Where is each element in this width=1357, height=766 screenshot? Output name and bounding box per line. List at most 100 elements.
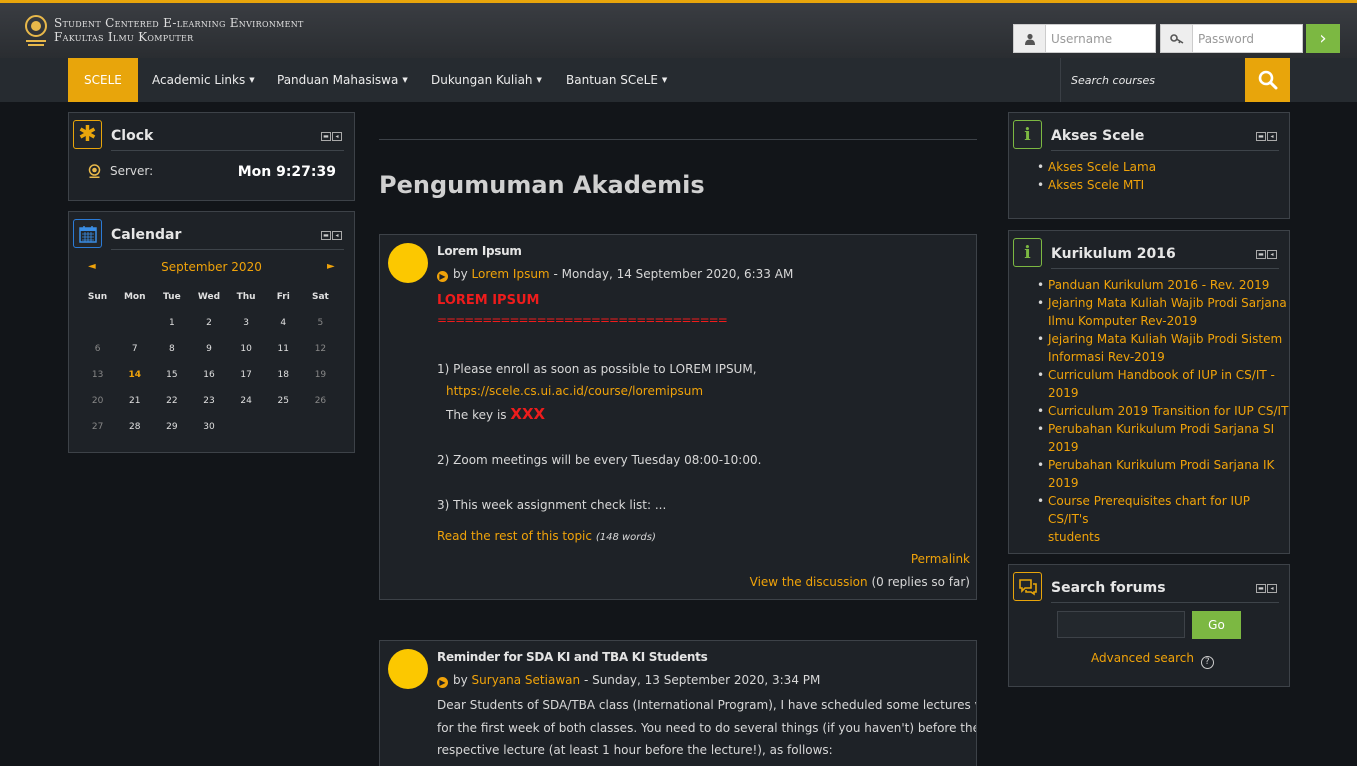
permalink-link[interactable]: Permalink	[911, 552, 970, 566]
calendar-day[interactable]: 27	[79, 422, 116, 432]
kurikulum-link[interactable]: Jejaring Mata Kuliah Wajib Prodi Sistem I…	[1048, 332, 1282, 364]
kurikulum-link[interactable]: Curriculum 2019 Transition for IUP CS/IT	[1048, 404, 1288, 418]
search-forums-block: Search forums ▬ ◂ Go Advanced search ?	[1008, 564, 1290, 687]
calendar-day[interactable]: 29	[153, 422, 190, 432]
go-label: Go	[1208, 618, 1225, 632]
collapse-icon[interactable]: ▬	[1256, 132, 1266, 141]
calendar-week: 27 28 29 30	[79, 414, 339, 440]
calendar-day[interactable]: 5	[302, 318, 339, 328]
calendar-day[interactable]: 11	[265, 344, 302, 354]
nav-panduan-mahasiswa[interactable]: Panduan Mahasiswa ▼	[277, 58, 408, 102]
weekday-sat: Sat	[311, 292, 329, 302]
avatar[interactable]	[388, 243, 428, 283]
calendar-day[interactable]: 10	[228, 344, 265, 354]
search-forums-title: Search forums	[1051, 580, 1166, 596]
calendar-day[interactable]: 13	[79, 370, 116, 380]
kurikulum-link[interactable]: Jejaring Mata Kuliah Wajib Prodi Sarjana…	[1048, 296, 1287, 328]
calendar-day[interactable]: 30	[190, 422, 227, 432]
post-heading: LOREM IPSUM	[437, 293, 540, 308]
clock-block: ✱ Clock ▬ ◂ Server: Mon 9:27:39	[68, 112, 355, 201]
search-forums-go-button[interactable]: Go	[1192, 611, 1241, 639]
calendar-day[interactable]: 1	[153, 318, 190, 328]
calendar-day[interactable]: 12	[302, 344, 339, 354]
akses-scele-mti-link[interactable]: Akses Scele MTI	[1048, 178, 1144, 192]
post-line-2: 2) Zoom meetings will be every Tuesday 0…	[437, 453, 762, 467]
calendar-day[interactable]: 15	[153, 370, 190, 380]
kurikulum-link[interactable]: Perubahan Kurikulum Prodi Sarjana SI 2019	[1048, 422, 1274, 454]
calendar-day[interactable]: 7	[116, 344, 153, 354]
arrow-right-icon: ▶	[437, 271, 448, 282]
arrow-right-icon: ▶	[437, 677, 448, 688]
read-more-link[interactable]: Read the rest of this topic	[437, 529, 592, 543]
collapse-icon[interactable]: ▬	[1256, 250, 1266, 259]
list-item: Jejaring Mata Kuliah Wajib Prodi Sarjana…	[1037, 294, 1289, 330]
kurikulum-link[interactable]: Course Prerequisites chart for IUP CS/IT…	[1048, 494, 1250, 544]
block-controls: ▬ ◂	[321, 231, 342, 240]
calendar-day[interactable]: 26	[302, 396, 339, 406]
dock-icon[interactable]: ◂	[332, 132, 342, 141]
kurikulum-link[interactable]: Panduan Kurikulum 2016 - Rev. 2019	[1048, 278, 1269, 292]
calendar-day-today[interactable]: 14	[116, 370, 153, 380]
calendar-day[interactable]: 4	[265, 318, 302, 328]
main-navbar: SCELE Academic Links ▼ Panduan Mahasiswa ▼…	[0, 58, 1357, 102]
link-text: 2019	[1048, 386, 1079, 400]
calendar-day[interactable]: 24	[228, 396, 265, 406]
calendar-day[interactable]: 2	[190, 318, 227, 328]
nav-scele[interactable]: SCELE	[68, 58, 138, 102]
calendar-month-label[interactable]: September 2020	[69, 260, 354, 274]
calendar-day[interactable]: 19	[302, 370, 339, 380]
akses-title: Akses Scele	[1051, 128, 1145, 144]
view-discussion-link[interactable]: View the discussion	[750, 575, 868, 589]
dock-icon[interactable]: ◂	[1267, 584, 1277, 593]
calendar-next-month[interactable]: ►	[327, 261, 335, 272]
site-brand[interactable]: Student Centered E-learning Environment …	[54, 16, 304, 44]
calendar-day[interactable]: 28	[116, 422, 153, 432]
calendar-day[interactable]: 17	[228, 370, 265, 380]
server-logo-icon	[88, 164, 101, 178]
avatar[interactable]	[388, 649, 428, 689]
search-courses-button[interactable]	[1245, 58, 1290, 102]
post-subject: Reminder for SDA KI and TBA KI Students	[437, 650, 708, 664]
calendar-day[interactable]: 3	[228, 318, 265, 328]
by-label: by	[453, 267, 468, 281]
search-forums-input[interactable]	[1057, 611, 1185, 638]
calendar-day[interactable]: 16	[190, 370, 227, 380]
username-field[interactable]: Username	[1013, 24, 1156, 53]
dock-icon[interactable]: ◂	[332, 231, 342, 240]
post-author-link[interactable]: Suryana Setiawan	[472, 673, 581, 687]
calendar-day[interactable]: 21	[116, 396, 153, 406]
help-icon[interactable]: ?	[1200, 656, 1214, 669]
nav-dukungan-kuliah[interactable]: Dukungan Kuliah ▼	[431, 58, 542, 102]
calendar-day[interactable]: 9	[190, 344, 227, 354]
calendar-block: Calendar ▬ ◂ ◄ September 2020 ► Sun Mon …	[68, 211, 355, 453]
calendar-day[interactable]: 25	[265, 396, 302, 406]
calendar-day[interactable]: 18	[265, 370, 302, 380]
password-field[interactable]: Password	[1160, 24, 1303, 53]
search-courses-placeholder: Search courses	[1071, 73, 1156, 87]
dock-icon[interactable]: ◂	[1267, 132, 1277, 141]
list-item: Curriculum 2019 Transition for IUP CS/IT	[1037, 402, 1289, 420]
akses-scele-lama-link[interactable]: Akses Scele Lama	[1048, 160, 1156, 174]
post-author-link[interactable]: Lorem Ipsum	[472, 267, 550, 281]
nav-bantuan-scele[interactable]: Bantuan SCeLE ▼	[566, 58, 667, 102]
nav-academic-links[interactable]: Academic Links ▼	[152, 58, 255, 102]
calendar-day[interactable]: 6	[79, 344, 116, 354]
calendar-day[interactable]: 20	[79, 396, 116, 406]
search-courses-input[interactable]: Search courses	[1060, 58, 1246, 102]
kurikulum-link[interactable]: Perubahan Kurikulum Prodi Sarjana IK 2019	[1048, 458, 1274, 490]
calendar-day[interactable]: 22	[153, 396, 190, 406]
calendar-day[interactable]: 23	[190, 396, 227, 406]
site-header: Student Centered E-learning Environment …	[0, 0, 1357, 58]
post-key-line: The key is XXX	[446, 405, 545, 423]
collapse-icon[interactable]: ▬	[1256, 584, 1266, 593]
course-link[interactable]: https://scele.cs.ui.ac.id/course/loremip…	[446, 384, 703, 398]
calendar-day[interactable]: 8	[153, 344, 190, 354]
dock-icon[interactable]: ◂	[1267, 250, 1277, 259]
link-text: Course Prerequisites chart for IUP CS/IT…	[1048, 494, 1251, 526]
login-submit-button[interactable]: ›	[1306, 24, 1340, 53]
advanced-search-link[interactable]: Advanced search	[1091, 651, 1194, 665]
link-text: 2019	[1048, 476, 1079, 490]
kurikulum-link[interactable]: Curriculum Handbook of IUP in CS/IT - 201…	[1048, 368, 1275, 400]
collapse-icon[interactable]: ▬	[321, 132, 331, 141]
collapse-icon[interactable]: ▬	[321, 231, 331, 240]
